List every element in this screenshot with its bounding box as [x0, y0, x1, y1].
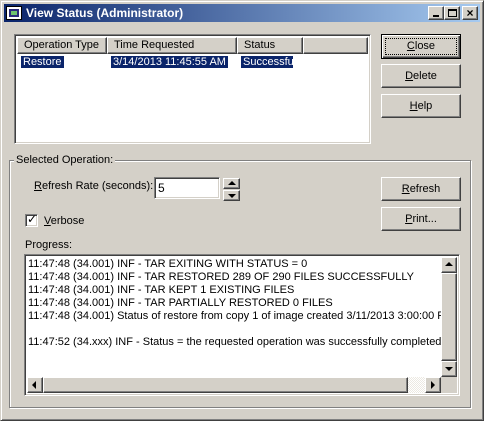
scroll-up-icon [445, 262, 453, 266]
verbose-label[interactable]: Verbose [44, 215, 84, 227]
row-status: Successful [241, 56, 293, 68]
minimize-button[interactable] [428, 6, 444, 20]
progress-log[interactable]: 11:47:48 (34.001) INF - TAR EXITING WITH… [24, 254, 460, 396]
close-button[interactable]: Close [381, 34, 461, 59]
refresh-rate-down-button[interactable] [223, 190, 240, 201]
log-line: 11:47:48 (34.001) Status of restore from… [28, 310, 441, 322]
vertical-scrollbar[interactable] [441, 257, 457, 377]
column-operation-type[interactable]: Operation Type [17, 37, 107, 54]
checkmark-icon: ✓ [27, 212, 38, 226]
scroll-right-button[interactable] [425, 377, 441, 393]
scroll-right-icon [431, 381, 435, 389]
refresh-rate-up-button[interactable] [223, 178, 240, 189]
scroll-left-icon [32, 381, 36, 389]
log-line: 11:47:48 (34.001) INF - TAR RESTORED 289… [28, 271, 414, 283]
progress-log-text: 11:47:48 (34.001) INF - TAR EXITING WITH… [28, 258, 441, 349]
column-time-requested[interactable]: Time Requested [107, 37, 237, 54]
maximize-button[interactable] [444, 6, 460, 20]
refresh-button-label: Refresh [401, 183, 441, 195]
close-window-button[interactable]: × [462, 6, 478, 20]
scroll-down-icon [445, 367, 453, 371]
horizontal-scrollbar[interactable] [27, 377, 441, 393]
row-time-requested: 3/14/2013 11:45:55 AM [111, 56, 228, 68]
focus-rect [385, 38, 457, 55]
scroll-corner [441, 377, 457, 393]
refresh-rate-label: Refresh Rate (seconds): [34, 180, 154, 192]
print-button-label: Print... [405, 213, 437, 225]
list-header: Operation Type Time Requested Status [17, 37, 368, 54]
column-filler [303, 37, 368, 54]
table-row[interactable]: Restore 3/14/2013 11:45:55 AM Successful [17, 55, 293, 69]
arrow-up-icon [228, 181, 236, 185]
horizontal-scroll-thumb[interactable] [43, 377, 408, 393]
vertical-scroll-thumb[interactable] [441, 273, 457, 361]
scroll-left-button[interactable] [27, 377, 43, 393]
help-button-label: Help [409, 100, 433, 112]
verbose-checkbox[interactable]: ✓ [25, 212, 38, 227]
refresh-button[interactable]: Refresh [381, 177, 461, 201]
help-button[interactable]: Help [381, 94, 461, 118]
maximize-icon [448, 9, 457, 17]
view-status-window: View Status (Administrator) × Operation … [0, 0, 484, 421]
window-title: View Status (Administrator) [26, 6, 184, 20]
delete-button[interactable]: Delete [381, 64, 461, 88]
row-operation-type: Restore [21, 56, 64, 68]
log-line: 11:47:48 (34.001) INF - TAR EXITING WITH… [28, 258, 308, 270]
column-status[interactable]: Status [237, 37, 303, 54]
delete-button-label: Delete [405, 70, 437, 82]
log-line: 11:47:48 (34.001) INF - TAR KEPT 1 EXIST… [28, 284, 295, 296]
title-buttons: × [428, 6, 478, 20]
scroll-up-button[interactable] [441, 257, 457, 273]
title-bar[interactable]: View Status (Administrator) × [4, 4, 480, 22]
minimize-icon [433, 15, 439, 17]
close-icon: × [466, 6, 474, 20]
log-line: 11:47:52 (34.xxx) INF - Status = the req… [28, 336, 441, 348]
refresh-rate-value: 5 [158, 181, 165, 195]
scroll-down-button[interactable] [441, 361, 457, 377]
operations-list[interactable]: Operation Type Time Requested Status Res… [14, 34, 371, 144]
print-button[interactable]: Print... [381, 207, 461, 231]
progress-label: Progress: [25, 239, 73, 251]
selected-operation-label: Selected Operation: [14, 154, 116, 166]
app-icon [6, 6, 22, 20]
arrow-down-icon [228, 194, 236, 198]
refresh-rate-input[interactable]: 5 [154, 177, 220, 199]
log-line: 11:47:48 (34.001) INF - TAR PARTIALLY RE… [28, 297, 333, 309]
